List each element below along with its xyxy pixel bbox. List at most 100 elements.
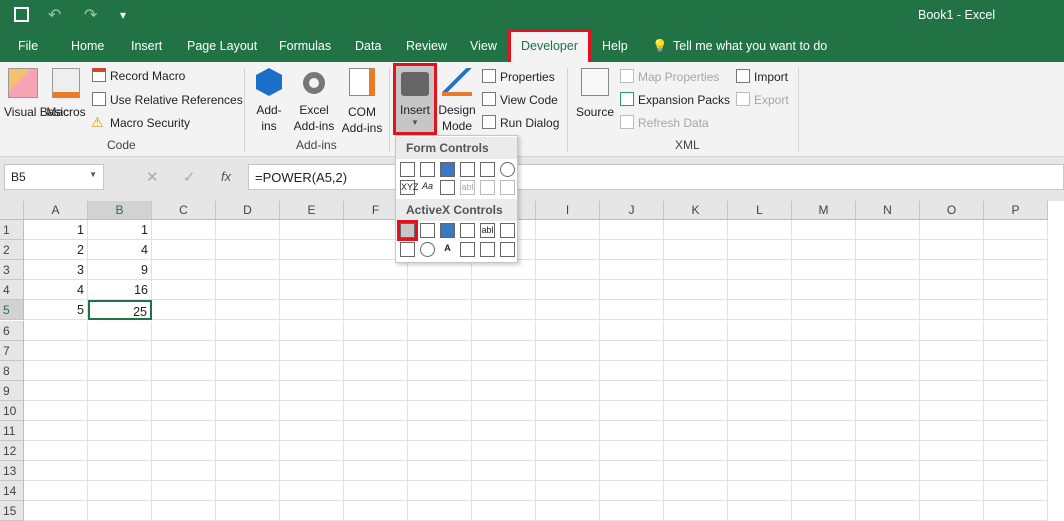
tell-me-search[interactable]: Tell me what you want to do: [673, 39, 827, 53]
spin-button-activex-icon[interactable]: [400, 242, 415, 257]
cell-E6[interactable]: [280, 320, 344, 341]
row-header-1[interactable]: 1: [0, 220, 24, 240]
design-mode-button[interactable]: Design Mode: [438, 68, 476, 134]
cell-M6[interactable]: [792, 320, 856, 341]
cell-O11[interactable]: [920, 421, 984, 441]
cell-H7[interactable]: [472, 340, 536, 361]
cell-C13[interactable]: [152, 461, 216, 482]
cell-D8[interactable]: [216, 360, 280, 381]
cell-O15[interactable]: [920, 501, 984, 521]
cell-J3[interactable]: [600, 260, 664, 281]
cell-L7[interactable]: [728, 340, 792, 361]
column-header-E[interactable]: E: [280, 201, 344, 220]
cell-C12[interactable]: [152, 441, 216, 462]
cell-G12[interactable]: [408, 441, 472, 462]
combo-dropdown-edit-form-icon[interactable]: [500, 180, 515, 195]
row-header-9[interactable]: 9: [0, 380, 24, 401]
cell-L5[interactable]: [728, 300, 792, 321]
cell-K8[interactable]: [664, 360, 728, 381]
name-box[interactable]: B5 ▼: [4, 164, 104, 190]
customize-quick-access[interactable]: ▾: [120, 8, 126, 22]
cell-L12[interactable]: [728, 441, 792, 462]
cell-F12[interactable]: [344, 441, 408, 462]
cell-I1[interactable]: [536, 220, 600, 240]
cell-H13[interactable]: [472, 461, 536, 482]
cell-C7[interactable]: [152, 340, 216, 361]
cell-N4[interactable]: [856, 280, 920, 301]
cell-M14[interactable]: [792, 481, 856, 502]
cell-F11[interactable]: [344, 421, 408, 441]
cell-G11[interactable]: [408, 421, 472, 441]
cell-J15[interactable]: [600, 501, 664, 521]
cell-J12[interactable]: [600, 441, 664, 462]
cell-P7[interactable]: [984, 340, 1048, 361]
cell-C1[interactable]: [152, 220, 216, 240]
scroll-bar-form-icon[interactable]: [440, 180, 455, 195]
cell-N8[interactable]: [856, 360, 920, 381]
tab-page-layout[interactable]: Page Layout: [187, 39, 257, 53]
cell-P10[interactable]: [984, 400, 1048, 421]
macro-security-button[interactable]: Macro Security: [110, 116, 190, 130]
cell-I14[interactable]: [536, 481, 600, 502]
cell-J9[interactable]: [600, 380, 664, 401]
cell-C5[interactable]: [152, 300, 216, 321]
cell-J6[interactable]: [600, 320, 664, 341]
scroll-bar-activex-icon[interactable]: [500, 223, 515, 238]
cell-H15[interactable]: [472, 501, 536, 521]
cell-P12[interactable]: [984, 441, 1048, 462]
column-header-D[interactable]: D: [216, 201, 280, 220]
cell-I12[interactable]: [536, 441, 600, 462]
record-macro-button[interactable]: Record Macro: [110, 69, 185, 83]
tab-review[interactable]: Review: [406, 39, 447, 53]
cell-B14[interactable]: [88, 481, 152, 502]
cell-G7[interactable]: [408, 340, 472, 361]
cancel-icon[interactable]: ✕: [146, 168, 159, 186]
cell-B4[interactable]: 16: [88, 280, 152, 301]
addins-button[interactable]: Add-ins: [252, 68, 286, 134]
text-box-activex-icon[interactable]: abl: [480, 223, 495, 238]
cell-M2[interactable]: [792, 240, 856, 261]
cell-L1[interactable]: [728, 220, 792, 240]
cell-G13[interactable]: [408, 461, 472, 482]
cell-H5[interactable]: [472, 300, 536, 321]
option-button-form-icon[interactable]: [500, 162, 515, 177]
cell-F5[interactable]: [344, 300, 408, 321]
cell-P8[interactable]: [984, 360, 1048, 381]
column-header-B[interactable]: B: [88, 201, 152, 220]
cell-K13[interactable]: [664, 461, 728, 482]
cell-K9[interactable]: [664, 380, 728, 401]
undo-icon[interactable]: ↶: [48, 5, 61, 25]
cell-F7[interactable]: [344, 340, 408, 361]
cell-F4[interactable]: [344, 280, 408, 301]
column-header-I[interactable]: I: [536, 201, 600, 220]
cell-F13[interactable]: [344, 461, 408, 482]
cell-O9[interactable]: [920, 380, 984, 401]
tab-developer[interactable]: Developer: [508, 29, 591, 65]
cell-E13[interactable]: [280, 461, 344, 482]
cell-K3[interactable]: [664, 260, 728, 281]
cell-L11[interactable]: [728, 421, 792, 441]
cell-L9[interactable]: [728, 380, 792, 401]
cell-B9[interactable]: [88, 380, 152, 401]
column-header-N[interactable]: N: [856, 201, 920, 220]
cell-N11[interactable]: [856, 421, 920, 441]
cell-M1[interactable]: [792, 220, 856, 240]
cell-A3[interactable]: 3: [24, 260, 88, 281]
cell-P3[interactable]: [984, 260, 1048, 281]
cell-A4[interactable]: 4: [24, 280, 88, 301]
cell-N13[interactable]: [856, 461, 920, 482]
row-header-15[interactable]: 15: [0, 501, 24, 521]
cell-L15[interactable]: [728, 501, 792, 521]
cell-D12[interactable]: [216, 441, 280, 462]
row-header-8[interactable]: 8: [0, 360, 24, 381]
cell-N9[interactable]: [856, 380, 920, 401]
cell-J14[interactable]: [600, 481, 664, 502]
cell-N12[interactable]: [856, 441, 920, 462]
tab-home[interactable]: Home: [71, 39, 104, 53]
cell-F14[interactable]: [344, 481, 408, 502]
map-properties-button[interactable]: Map Properties: [638, 70, 719, 84]
column-header-O[interactable]: O: [920, 201, 984, 220]
cell-N1[interactable]: [856, 220, 920, 240]
cell-J11[interactable]: [600, 421, 664, 441]
cell-N10[interactable]: [856, 400, 920, 421]
